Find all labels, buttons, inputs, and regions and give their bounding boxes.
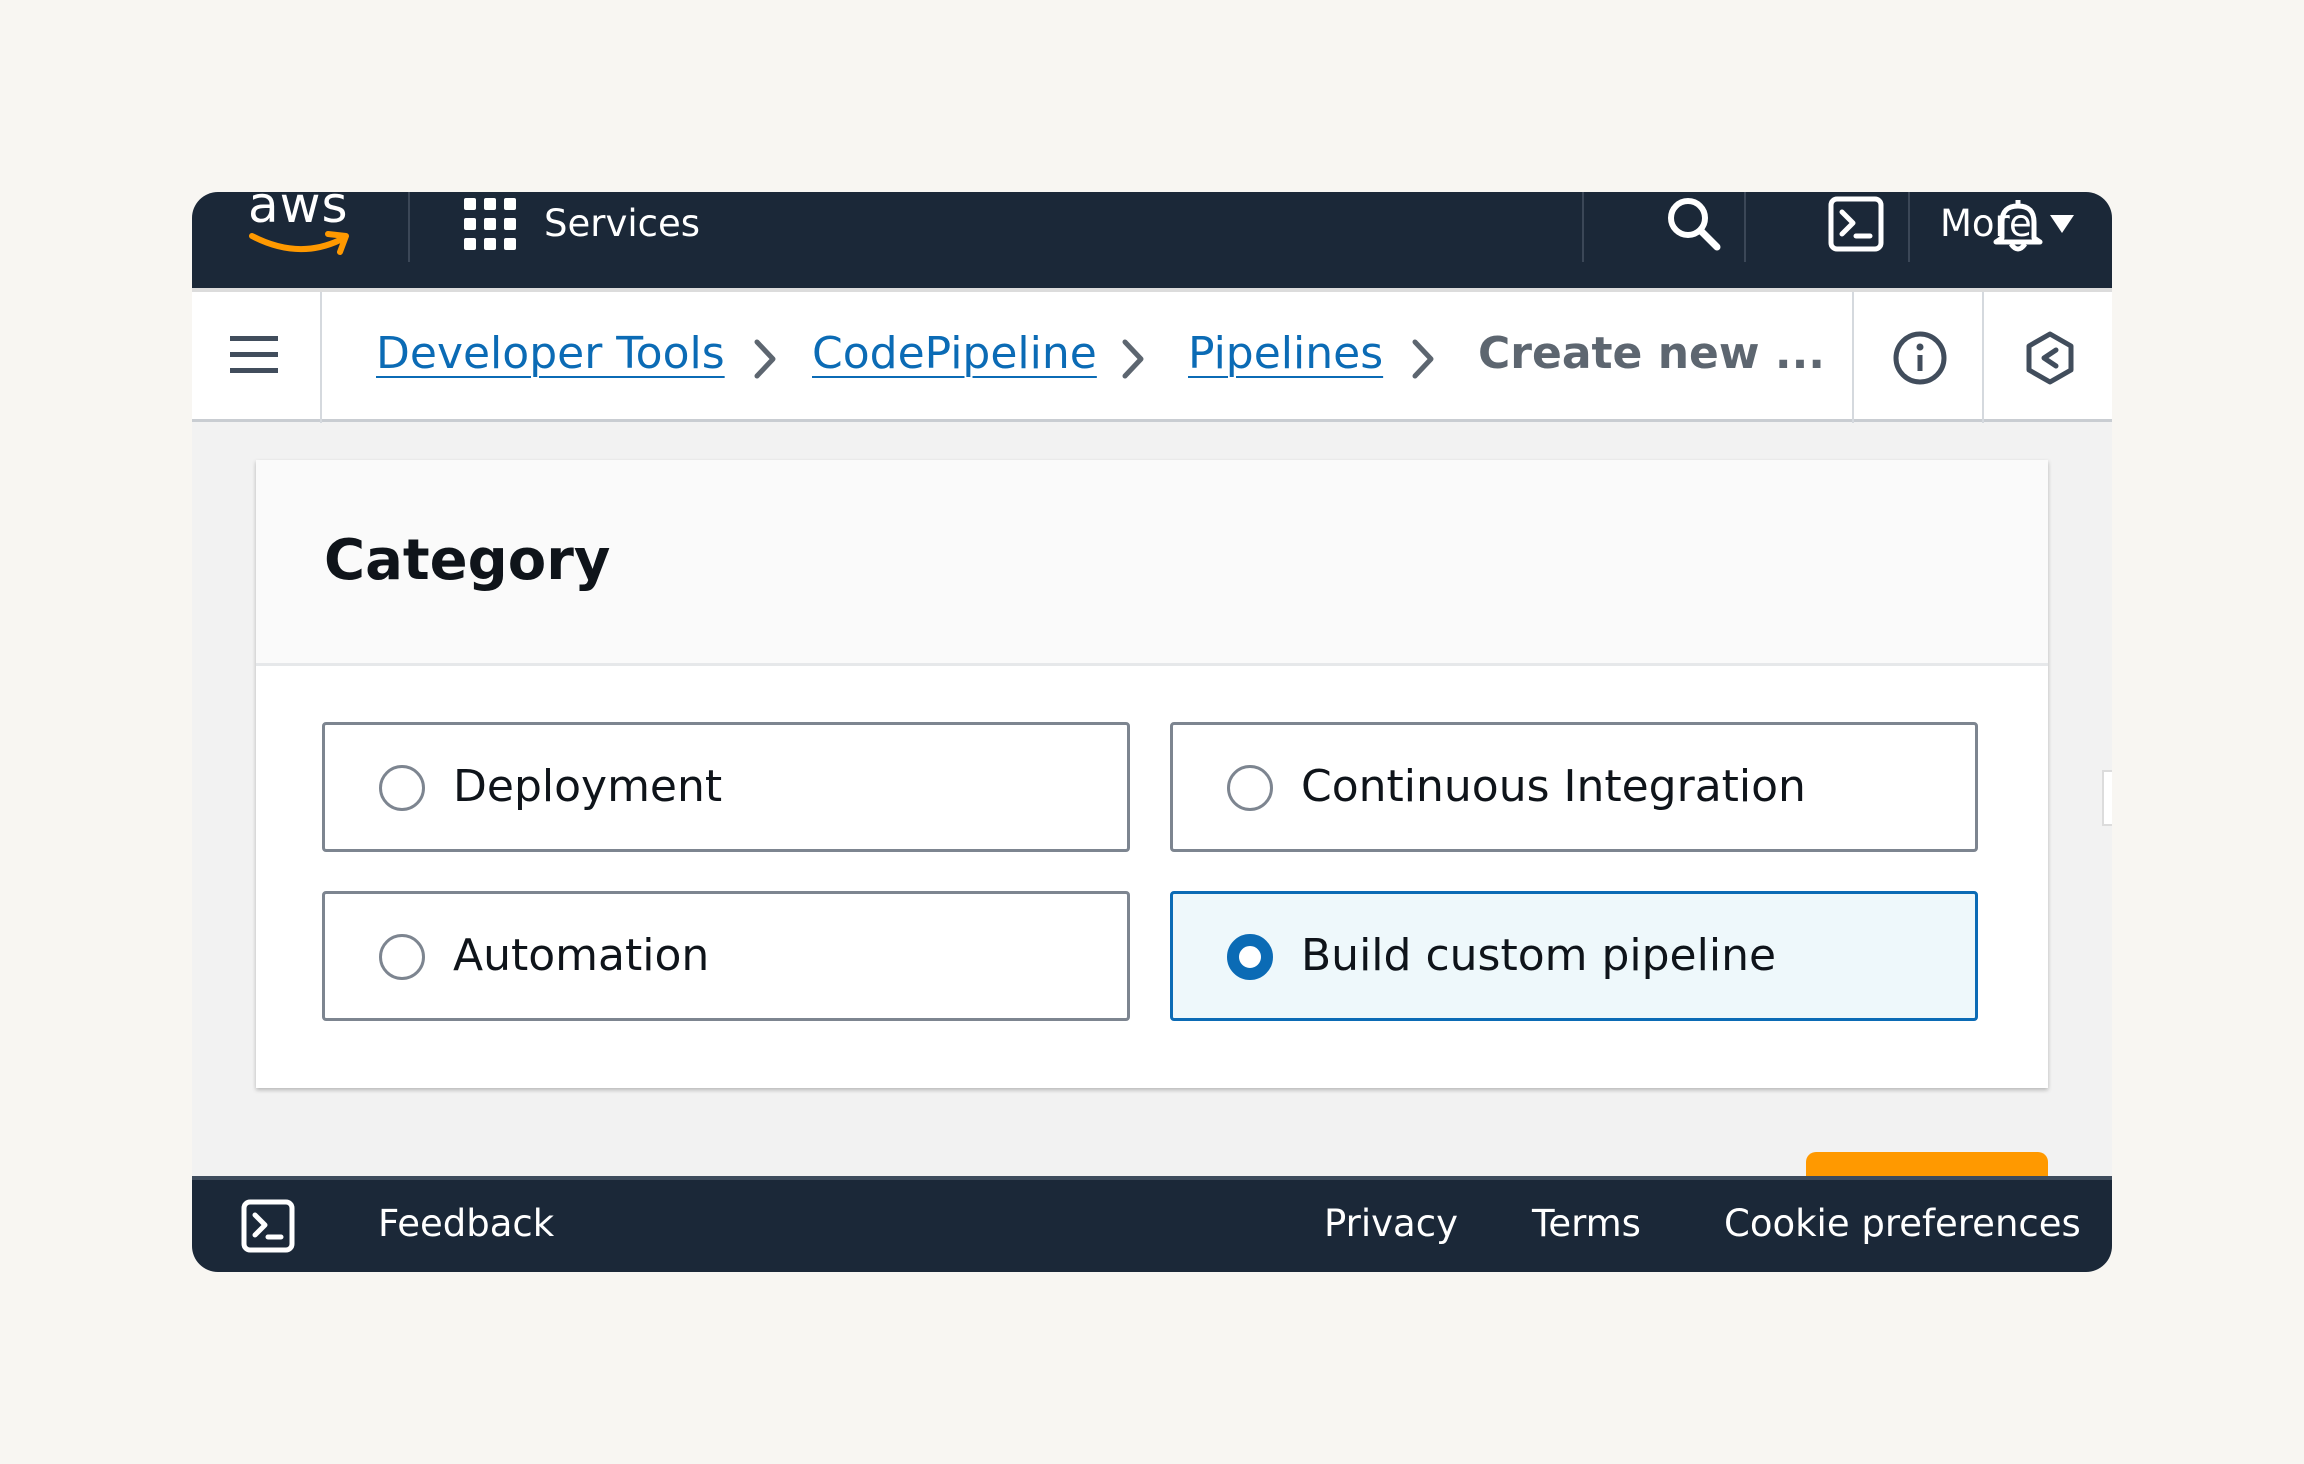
grid-icon[interactable] (464, 198, 516, 250)
chevron-right-icon (1412, 339, 1434, 379)
privacy-link[interactable]: Privacy (1324, 1202, 1458, 1245)
card-header: Category (256, 460, 2048, 666)
footer: Feedback Privacy Terms Cookie preference… (192, 1176, 2112, 1272)
chevron-right-icon (754, 339, 776, 379)
services-button[interactable]: Services (544, 202, 700, 245)
breadcrumb-current: Create new ... (1478, 328, 1825, 379)
nav-divider (408, 192, 410, 262)
terms-link[interactable]: Terms (1532, 1202, 1641, 1245)
card-title: Category (324, 528, 611, 593)
cloudshell-icon[interactable] (240, 1198, 296, 1254)
option-label: Automation (453, 930, 710, 981)
radio-button[interactable] (379, 934, 425, 980)
radio-button[interactable] (379, 765, 425, 811)
cloudshell-icon[interactable] (1826, 194, 1886, 254)
option-build-custom-pipeline[interactable]: Build custom pipeline (1170, 891, 1978, 1021)
more-menu-button[interactable]: More (1940, 202, 2032, 245)
breadcrumb-divider (1852, 292, 1854, 423)
info-icon[interactable] (1890, 328, 1950, 388)
breadcrumb-divider (320, 292, 322, 423)
chevron-right-icon (1122, 339, 1144, 379)
breadcrumb-pipelines[interactable]: Pipelines (1188, 328, 1383, 379)
category-card: Category Deployment Continuous Integrati… (256, 460, 2048, 1088)
nav-divider (1744, 192, 1746, 262)
console-window: aws Services More Developer Tools CodePi… (192, 192, 2112, 1272)
aws-logo[interactable]: aws (248, 192, 358, 264)
nav-divider (1908, 192, 1910, 262)
search-icon[interactable] (1664, 194, 1724, 254)
option-label: Build custom pipeline (1301, 930, 1777, 981)
nav-divider (1582, 192, 1584, 262)
breadcrumb-bar: Developer Tools CodePipeline Pipelines C… (192, 288, 2112, 423)
side-panel-tab[interactable] (2102, 770, 2112, 826)
breadcrumb-developer-tools[interactable]: Developer Tools (376, 328, 725, 379)
radio-button[interactable] (1227, 765, 1273, 811)
feedback-link[interactable]: Feedback (378, 1202, 554, 1245)
option-automation[interactable]: Automation (322, 891, 1130, 1021)
option-continuous-integration[interactable]: Continuous Integration (1170, 722, 1978, 852)
radio-button-selected[interactable] (1227, 934, 1273, 980)
breadcrumb-codepipeline[interactable]: CodePipeline (812, 328, 1097, 379)
caret-down-icon[interactable] (2048, 212, 2076, 236)
breadcrumb-divider (1982, 292, 1984, 423)
menu-icon[interactable] (228, 330, 282, 380)
aws-smile-icon (249, 231, 349, 255)
top-navigation: aws Services More (192, 192, 2112, 288)
settings-hex-icon[interactable] (2020, 328, 2080, 388)
option-deployment[interactable]: Deployment (322, 722, 1130, 852)
option-label: Deployment (453, 761, 723, 812)
cookie-preferences-link[interactable]: Cookie preferences (1724, 1202, 2081, 1245)
option-label: Continuous Integration (1301, 761, 1806, 812)
